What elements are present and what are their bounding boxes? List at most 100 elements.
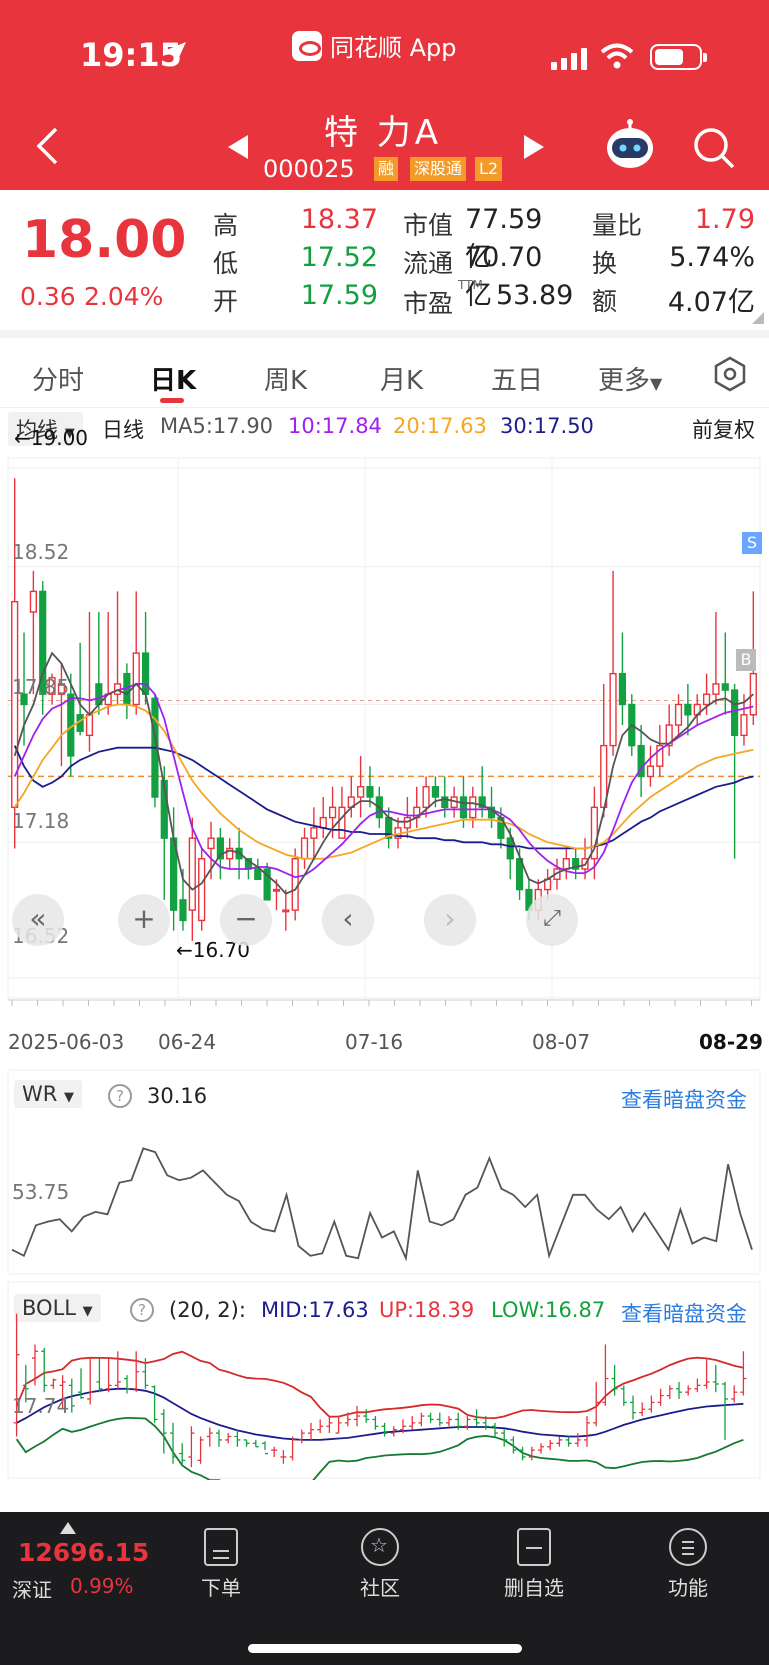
tonghuashun-app-icon <box>292 30 322 61</box>
tab-intraday[interactable]: 分时 <box>32 360 84 397</box>
candle-body <box>721 683 729 691</box>
candle-body <box>300 837 309 860</box>
label-float-cap: 流通 <box>403 249 454 278</box>
expand-corner-icon[interactable] <box>752 312 764 324</box>
y-label-2: 18.52 <box>12 540 70 564</box>
candle-body <box>618 672 627 706</box>
cellular-signal-icon <box>551 48 587 70</box>
wr-y-label: 53.75 <box>12 1180 70 1204</box>
ttm-superscript: TTM <box>458 278 483 292</box>
quote-panel: 18.00 0.36 2.04% 高 18.37 市值 77.59亿 量比 1.… <box>0 190 769 330</box>
index-value[interactable]: 12696.15 <box>18 1538 149 1567</box>
candle-body <box>198 858 206 922</box>
candle-body <box>431 786 440 798</box>
buy-marker[interactable]: B <box>736 649 756 671</box>
tag-margin: 融 <box>374 157 399 181</box>
candle-body <box>422 786 430 809</box>
nav-remove-watchlist[interactable]: 删自选 <box>474 1512 594 1601</box>
scroll-left-button[interactable]: ‹ <box>322 894 374 946</box>
candle-body <box>357 786 365 798</box>
boll-y-label: 17.74 <box>12 1394 70 1418</box>
ma30-value: 30:17.50 <box>500 414 594 438</box>
prev-stock-icon[interactable] <box>226 134 250 160</box>
label-market-cap: 市值 <box>403 211 454 240</box>
settings-hexagon-icon[interactable] <box>712 356 748 392</box>
app-root: 19:15 同花顺 App 特 力A 000025 融 深股通 L2 18.00… <box>0 0 769 1665</box>
period-tabs: 分时 日K 周K 月K 五日 更多▼ <box>0 330 769 408</box>
nav-community[interactable]: ☆ 社区 <box>320 1512 440 1601</box>
candle-body <box>272 888 281 892</box>
adjust-mode[interactable]: 前复权 <box>692 414 755 444</box>
candle-body <box>319 816 327 829</box>
wifi-icon <box>600 43 634 69</box>
ma10-line <box>13 683 754 879</box>
price-change: 0.36 <box>20 282 76 311</box>
fullscreen-button[interactable]: ⤢ <box>526 894 578 946</box>
boll-low-line <box>15 1416 744 1480</box>
index-change: 0.99% <box>70 1574 134 1598</box>
candle-body <box>328 806 337 819</box>
next-stock-icon[interactable] <box>522 134 546 160</box>
tab-five-day[interactable]: 五日 <box>491 360 543 397</box>
back-chevron-icon[interactable] <box>34 126 60 166</box>
app-header: 19:15 同花顺 App 特 力A 000025 融 深股通 L2 <box>0 0 769 190</box>
zoom-in-button[interactable]: + <box>118 894 170 946</box>
tab-weekly-k[interactable]: 周K <box>264 360 307 397</box>
order-document-icon <box>204 1528 238 1566</box>
battery-icon <box>650 44 707 70</box>
label-low: 低 <box>213 249 239 278</box>
sell-marker[interactable]: S <box>742 532 762 554</box>
value-low: 17.52 <box>300 242 378 273</box>
tab-monthly-k[interactable]: 月K <box>380 360 423 397</box>
ma-legend-bar: 均线 ▼ 日线 MA5:17.90 10:17.84 20:17.63 30:1… <box>0 408 769 448</box>
candle-body <box>459 796 468 819</box>
nav-functions[interactable]: 功能 <box>628 1512 748 1601</box>
candle-body <box>141 652 150 695</box>
indicator-section: WR ▼ ? 30.16 查看暗盘资金 53.75 BOLL ▼ ? (20, … <box>0 1068 769 1488</box>
community-star-icon: ☆ <box>361 1528 399 1566</box>
value-volume-ratio: 1.79 <box>694 204 755 235</box>
ma20-value: 20:17.63 <box>393 414 487 438</box>
wr-chart[interactable] <box>0 1068 769 1276</box>
candle-body <box>254 868 262 880</box>
candle-body <box>403 816 411 829</box>
candle-body <box>740 714 748 737</box>
wr-line <box>11 1147 753 1262</box>
zoom-out-far-button[interactable]: « <box>12 894 64 946</box>
candle-body <box>712 683 720 695</box>
value-turnover: 5.74% <box>669 242 755 273</box>
scroll-right-button[interactable]: › <box>424 894 476 946</box>
functions-menu-icon <box>669 1528 707 1566</box>
candle-body <box>609 672 617 747</box>
boll-up-line <box>15 1350 744 1420</box>
index-up-arrow-icon <box>60 1522 76 1534</box>
value-amount: 4.07亿 <box>667 287 755 318</box>
y-label-3: 17.85 <box>12 675 70 699</box>
candle-body <box>702 693 711 706</box>
value-pe: 53.89 <box>496 280 574 311</box>
candle-body <box>366 786 374 798</box>
kline-chart[interactable] <box>0 448 769 1008</box>
ma20-line <box>13 703 754 860</box>
stock-name: 特 力A <box>324 113 443 153</box>
search-icon[interactable] <box>692 126 736 170</box>
x-label-5: 08-29 <box>699 1030 763 1054</box>
bottom-nav: 12696.15 深证 0.99% 下单 ☆ 社区 删自选 功能 <box>0 1512 769 1665</box>
tag-l2: L2 <box>475 157 503 181</box>
candle-body <box>646 765 655 778</box>
boll-chart[interactable] <box>0 1280 769 1480</box>
ai-robot-icon[interactable] <box>604 118 656 174</box>
chevron-down-icon: ▼ <box>650 374 663 393</box>
nav-order[interactable]: 下单 <box>161 1512 281 1601</box>
x-label-2: 06-24 <box>158 1030 217 1054</box>
candle-body <box>282 909 290 913</box>
zoom-out-button[interactable]: − <box>220 894 272 946</box>
candle-body <box>674 703 683 726</box>
value-open: 17.59 <box>300 280 378 311</box>
candle-body <box>684 703 692 716</box>
remove-watchlist-icon <box>517 1528 551 1566</box>
tab-more[interactable]: 更多▼ <box>598 360 662 397</box>
tab-daily-k[interactable]: 日K <box>150 360 196 397</box>
value-high: 18.37 <box>300 204 378 235</box>
home-indicator <box>248 1644 522 1653</box>
